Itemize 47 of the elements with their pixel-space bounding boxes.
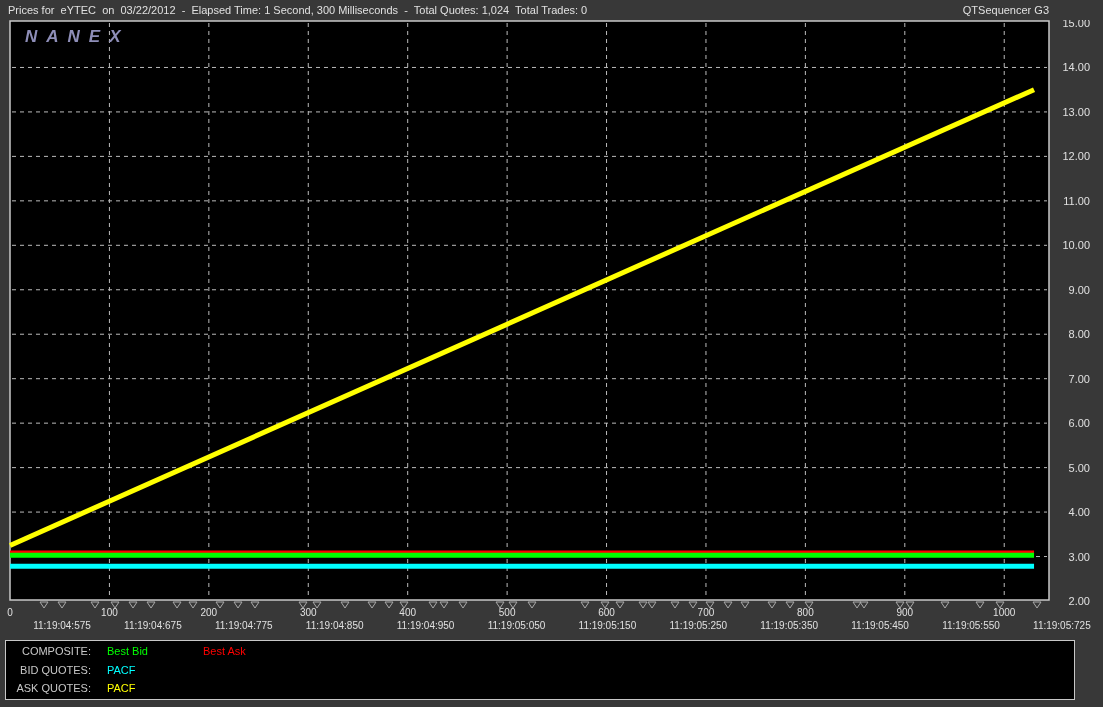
x-axis-label: 400 <box>399 607 417 618</box>
y-axis-label: 5.00 <box>1068 461 1090 474</box>
y-axis-label: 11.00 <box>1063 194 1090 207</box>
y-axis-label: 14.00 <box>1062 61 1090 74</box>
y-axis-label: 10.00 <box>1062 239 1090 252</box>
y-axis-label: 7.00 <box>1068 372 1090 385</box>
x-axis-label: 900 <box>896 607 914 618</box>
legend-entry: Best Ask <box>202 644 246 660</box>
time-label: 11:19:05:250 <box>669 620 728 631</box>
legend-label: BID QUOTES: <box>19 662 91 678</box>
x-axis-label: 0 <box>7 607 13 618</box>
y-axis-label: 12.00 <box>1062 150 1090 163</box>
x-axis-label: 100 <box>101 607 118 618</box>
time-label: 11:19:04:950 <box>396 620 455 631</box>
y-axis-label: 9.00 <box>1068 283 1090 296</box>
x-axis-label: 800 <box>797 607 814 618</box>
legend-label: ASK QUOTES: <box>15 681 91 697</box>
chart-title: Prices for eYTEC on 03/22/2012 - Elapsed Time: 1 Second, 300 Milliseconds - Total Quotes: 1,024 Total Trades: 0 <box>8 2 588 18</box>
time-label: 11:19:04:775 <box>214 620 273 631</box>
x-axis-label: 500 <box>498 607 516 618</box>
time-label: 11:19:05:350 <box>760 620 819 631</box>
x-axis-label: 700 <box>697 607 715 618</box>
legend-label: COMPOSITE: <box>20 644 91 660</box>
app-name: QTSequencer G3 <box>962 2 1049 18</box>
legend-entry: PACF <box>107 681 136 697</box>
time-label: 11:19:04:575 <box>33 620 91 631</box>
y-axis-label: 4.00 <box>1068 506 1090 519</box>
logo: NANEX <box>25 27 130 46</box>
y-axis-label: 13.00 <box>1062 105 1090 118</box>
y-axis-label: 15.00 <box>1062 20 1090 29</box>
time-label: 11:19:05:550 <box>942 620 1000 631</box>
y-axis-label: 8.00 <box>1068 328 1090 341</box>
x-axis-label: 200 <box>200 607 218 618</box>
x-axis-label: 600 <box>598 607 615 618</box>
y-axis-label: 3.00 <box>1068 550 1090 563</box>
time-label: 11:19:05:150 <box>578 620 637 631</box>
x-axis-label: 1000 <box>993 607 1016 618</box>
y-axis-label: 6.00 <box>1068 417 1090 430</box>
time-label: 11:19:05:050 <box>487 620 546 631</box>
time-label: 11:19:05:450 <box>851 620 909 631</box>
time-label: 11:19:04:850 <box>305 620 364 631</box>
legend-entry: Best Bid <box>107 644 148 660</box>
legend-entry: PACF <box>107 662 136 678</box>
x-axis-label: 300 <box>299 607 317 618</box>
time-label: 11:19:05:725 <box>1033 620 1091 631</box>
time-label: 11:19:04:675 <box>124 620 182 631</box>
y-axis-label: 2.00 <box>1068 595 1090 607</box>
